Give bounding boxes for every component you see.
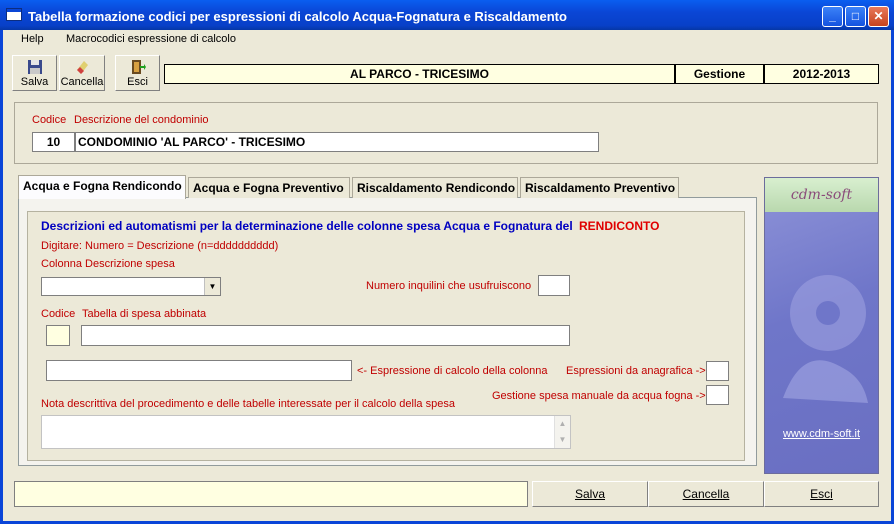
anagrafica-label: Espressioni da anagrafica -> bbox=[566, 365, 706, 377]
tab-riscaldamento-rendicondo[interactable]: Riscaldamento Rendicondo bbox=[352, 177, 518, 198]
tabella-label: Tabella di spesa abbinata bbox=[82, 308, 207, 320]
tabella-field[interactable] bbox=[81, 325, 570, 346]
colonna-select[interactable]: ▼ bbox=[41, 277, 221, 296]
codice-label: Codice bbox=[32, 114, 67, 126]
eraser-icon bbox=[77, 61, 88, 74]
brand-header: cdm-soft bbox=[765, 178, 878, 212]
maximize-button[interactable]: □ bbox=[845, 6, 866, 27]
manuale-checkbox[interactable] bbox=[706, 385, 729, 405]
inquilini-label: Numero inquilini che usufruiscono bbox=[366, 280, 532, 292]
panel-heading-highlight: RENDICONTO bbox=[579, 219, 660, 233]
digitare-hint: Digitare: Numero = Descrizione (n=dddddd… bbox=[41, 240, 279, 252]
gestione-value: 2012-2013 bbox=[764, 64, 879, 84]
gestione-label: Gestione bbox=[675, 64, 764, 84]
codice-field[interactable]: 10 bbox=[32, 132, 75, 152]
floppy-disk-icon bbox=[27, 60, 42, 74]
footer-save-button[interactable]: Salva bbox=[532, 481, 648, 507]
scroll-up-icon[interactable]: ▲ bbox=[555, 416, 570, 432]
toolbar-cancel-button[interactable]: Cancella bbox=[59, 55, 105, 91]
status-field bbox=[14, 481, 528, 507]
scroll-down-icon[interactable]: ▼ bbox=[555, 432, 570, 448]
footer-cancel-label: Cancella bbox=[682, 487, 730, 501]
codice-spesa-field[interactable] bbox=[46, 325, 70, 346]
toolbar-save-label: Salva bbox=[20, 76, 49, 88]
minimize-button[interactable]: _ bbox=[822, 6, 843, 27]
toolbar-exit-button[interactable]: Esci bbox=[115, 55, 160, 91]
footer-save-label: Salva bbox=[574, 487, 606, 501]
close-button[interactable]: ✕ bbox=[868, 6, 889, 27]
anagrafica-checkbox[interactable] bbox=[706, 361, 729, 381]
menu-macrocodici[interactable]: Macrocodici espressione di calcolo bbox=[66, 33, 236, 45]
website-link[interactable]: www.cdm-soft.it bbox=[765, 428, 878, 440]
cd-hand-graphic-icon bbox=[783, 275, 868, 403]
inquilini-field[interactable] bbox=[538, 275, 570, 296]
condominio-title: AL PARCO - TRICESIMO bbox=[164, 64, 675, 84]
nota-label: Nota descrittiva del procedimento e dell… bbox=[41, 398, 455, 410]
colonna-label: Colonna Descrizione spesa bbox=[41, 258, 175, 270]
toolbar-cancel-label: Cancella bbox=[60, 76, 104, 88]
exit-door-icon bbox=[131, 60, 146, 74]
toolbar-save-button[interactable]: Salva bbox=[12, 55, 57, 91]
tab-acqua-fogna-rendicondo[interactable]: Acqua e Fogna Rendicondo bbox=[18, 175, 186, 199]
chevron-down-icon[interactable]: ▼ bbox=[204, 278, 220, 295]
menu-help[interactable]: Help bbox=[21, 33, 44, 45]
tab-acqua-fogna-preventivo[interactable]: Acqua e Fogna Preventivo bbox=[188, 177, 350, 198]
brand-logo: cdm-soft bbox=[790, 187, 853, 203]
title-bar[interactable]: Tabella formazione codici per espression… bbox=[0, 0, 894, 30]
descrizione-label: Descrizione del condominio bbox=[74, 114, 209, 126]
menu-bar: Help Macrocodici espressione di calcolo bbox=[3, 30, 891, 50]
toolbar-exit-label: Esci bbox=[127, 76, 148, 88]
espressione-label: <- Espressione di calcolo della colonna bbox=[357, 365, 548, 377]
brand-panel: cdm-soft www.cdm-soft.it bbox=[764, 177, 879, 474]
tab-riscaldamento-preventivo[interactable]: Riscaldamento Preventivo bbox=[520, 177, 679, 198]
manuale-label: Gestione spesa manuale da acqua fogna -> bbox=[492, 390, 706, 402]
nota-textarea[interactable]: ▲ ▼ bbox=[41, 415, 571, 449]
footer-exit-button[interactable]: Esci bbox=[764, 481, 879, 507]
nota-scrollbar[interactable]: ▲ ▼ bbox=[554, 416, 570, 448]
espressione-field[interactable] bbox=[46, 360, 352, 381]
codice-spesa-label: Codice bbox=[41, 308, 76, 320]
footer-cancel-button[interactable]: Cancella bbox=[648, 481, 764, 507]
app-icon bbox=[6, 8, 22, 21]
descrizione-field[interactable]: CONDOMINIO 'AL PARCO' - TRICESIMO bbox=[75, 132, 599, 152]
window-title: Tabella formazione codici per espression… bbox=[28, 9, 567, 24]
panel-heading: Descrizioni ed automatismi per la determ… bbox=[41, 219, 573, 233]
footer-exit-label: Esci bbox=[810, 487, 833, 501]
